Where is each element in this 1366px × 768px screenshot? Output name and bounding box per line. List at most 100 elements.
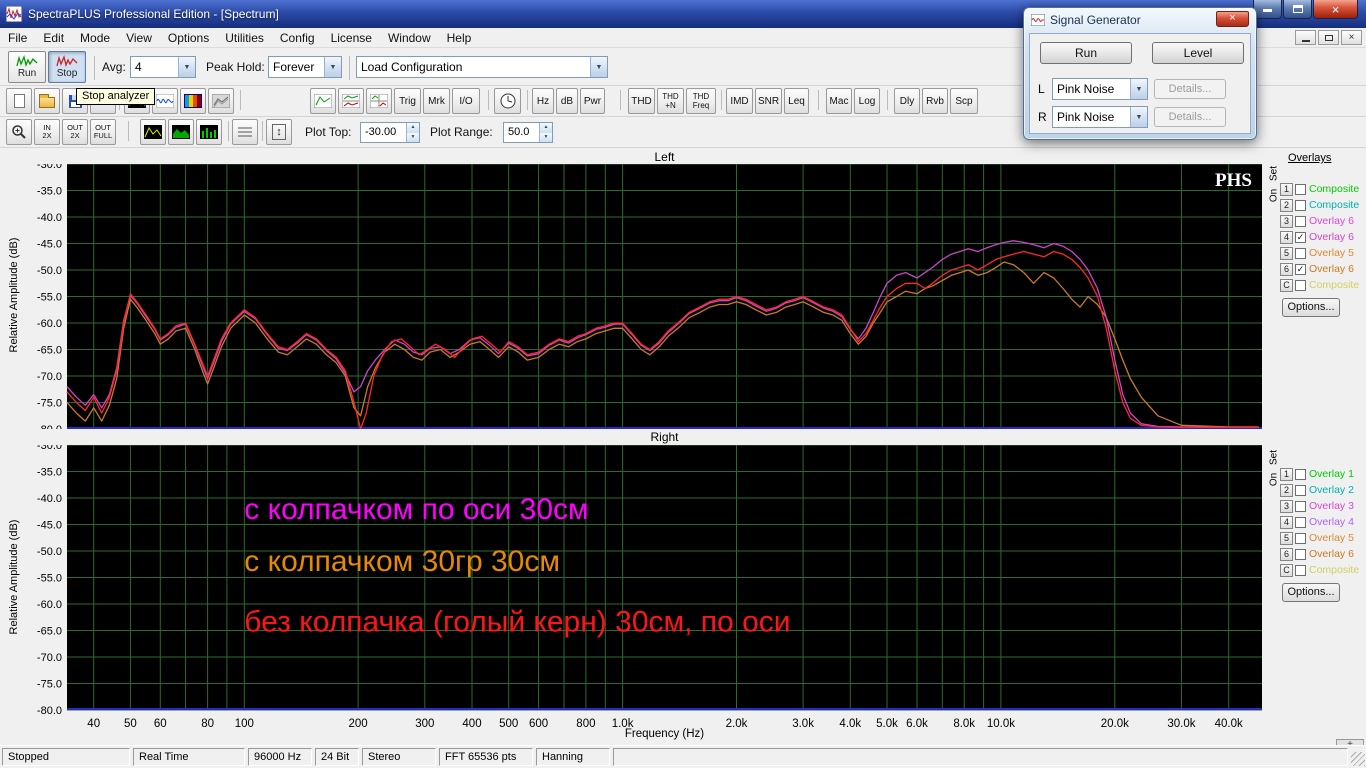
- overlay-set-button[interactable]: 4: [1280, 515, 1293, 529]
- mdi-restore-button[interactable]: [1318, 30, 1339, 45]
- generator-level-button[interactable]: Level: [1152, 42, 1244, 64]
- time-series-view-button[interactable]: [152, 88, 178, 114]
- menu-help[interactable]: Help: [439, 28, 480, 48]
- trigger-button[interactable]: Trig: [394, 88, 421, 114]
- zoom-in-button[interactable]: [6, 119, 32, 145]
- signal-generator-window[interactable]: Signal Generator × Run Level L Pink Nois…: [1023, 7, 1257, 140]
- open-file-button[interactable]: [34, 88, 60, 114]
- right-signal-combo[interactable]: Pink Noise ▼: [1052, 106, 1148, 128]
- right-details-button[interactable]: Details...: [1154, 107, 1226, 127]
- thd-button[interactable]: THD: [628, 88, 655, 114]
- resize-grip[interactable]: [1351, 752, 1365, 766]
- overlay-set-button[interactable]: 6: [1280, 262, 1293, 276]
- menu-file[interactable]: File: [0, 28, 35, 48]
- menu-options[interactable]: Options: [160, 28, 217, 48]
- spin-up-icon[interactable]: ▲: [407, 123, 419, 133]
- chevron-down-icon[interactable]: ▼: [1130, 107, 1147, 127]
- thd-freq-button[interactable]: THD Freq: [686, 88, 716, 114]
- overlay-on-checkbox[interactable]: ✓: [1295, 263, 1306, 275]
- autoscale-button[interactable]: ↕: [266, 119, 292, 145]
- plot-range-spinbox[interactable]: 50.0 ▲ ▼: [503, 122, 553, 143]
- spin-down-icon[interactable]: ▼: [540, 132, 552, 142]
- overlay-set-button[interactable]: 6: [1280, 547, 1293, 561]
- left-plot[interactable]: -30.0 -35.0 -40.0 -45.0 -50.0 -55.0 -60.0 -65.0…: [30, 164, 1262, 429]
- macro-button[interactable]: Mac: [826, 88, 852, 114]
- overlay-on-checkbox[interactable]: [1295, 532, 1306, 544]
- scope-button[interactable]: Scp: [950, 88, 978, 114]
- overlay-on-checkbox[interactable]: ✓: [1295, 231, 1306, 243]
- log-button[interactable]: Log: [854, 88, 880, 114]
- stop-button[interactable]: Stop: [48, 51, 86, 83]
- close-button[interactable]: ×: [1313, 0, 1358, 19]
- snr-button[interactable]: SNR: [755, 88, 782, 114]
- layout-single-button[interactable]: [310, 88, 336, 114]
- minimize-button[interactable]: [1253, 0, 1282, 19]
- overlay-on-checkbox[interactable]: [1295, 215, 1306, 227]
- menu-view[interactable]: View: [118, 28, 160, 48]
- menu-config[interactable]: Config: [272, 28, 323, 48]
- imd-button[interactable]: IMD: [726, 88, 753, 114]
- new-file-button[interactable]: [6, 88, 32, 114]
- layout-dual-button[interactable]: [338, 88, 364, 114]
- delay-button[interactable]: Dly: [894, 88, 920, 114]
- load-configuration-combo[interactable]: Load Configuration ▼: [356, 56, 608, 78]
- mdi-close-button[interactable]: ×: [1341, 30, 1362, 45]
- zoom-out-full-button[interactable]: OUT FULL: [90, 119, 116, 145]
- peak-hold-display-button[interactable]: [140, 119, 166, 145]
- layout-quad-button[interactable]: [366, 88, 392, 114]
- chevron-down-icon[interactable]: ▼: [1130, 79, 1147, 99]
- overlay-on-checkbox[interactable]: [1295, 468, 1306, 480]
- overlay-set-button[interactable]: 1: [1280, 467, 1293, 481]
- phase-meter-button[interactable]: [494, 88, 521, 114]
- overlay-set-button[interactable]: C: [1280, 563, 1293, 577]
- db-button[interactable]: dB: [556, 88, 578, 114]
- overlay-on-checkbox[interactable]: [1295, 247, 1306, 259]
- overlay-on-checkbox[interactable]: [1295, 516, 1306, 528]
- overlays-header[interactable]: Overlays: [1288, 152, 1365, 164]
- overlay-set-button[interactable]: 1: [1280, 182, 1293, 196]
- avg-combo[interactable]: 4 ▼: [130, 56, 196, 78]
- surface-view-button[interactable]: [208, 88, 234, 114]
- overlay-on-checkbox[interactable]: [1295, 548, 1306, 560]
- overlay-set-button[interactable]: 2: [1280, 198, 1293, 212]
- left-signal-combo[interactable]: Pink Noise ▼: [1052, 78, 1148, 100]
- zoom-in-2x-button[interactable]: IN 2X: [34, 119, 60, 145]
- overlay-set-button[interactable]: 2: [1280, 483, 1293, 497]
- overlay-set-button[interactable]: 5: [1280, 246, 1293, 260]
- overlay-set-button[interactable]: 3: [1280, 214, 1293, 228]
- generator-run-button[interactable]: Run: [1040, 42, 1132, 64]
- overlay-on-checkbox[interactable]: [1295, 279, 1306, 291]
- overlays-options-button[interactable]: Options...: [1282, 298, 1340, 317]
- pwr-button[interactable]: Pwr: [580, 88, 605, 114]
- marker-button[interactable]: Mrk: [423, 88, 450, 114]
- overlay-set-button[interactable]: 4: [1280, 230, 1293, 244]
- mdi-minimize-button[interactable]: [1295, 30, 1316, 45]
- chevron-down-icon[interactable]: ▼: [178, 57, 195, 77]
- menu-utilities[interactable]: Utilities: [217, 28, 272, 48]
- menu-edit[interactable]: Edit: [35, 28, 72, 48]
- hz-button[interactable]: Hz: [532, 88, 554, 114]
- overlay-on-checkbox[interactable]: [1295, 199, 1306, 211]
- menu-mode[interactable]: Mode: [72, 28, 118, 48]
- bar-display-button[interactable]: [196, 119, 222, 145]
- signal-generator-titlebar[interactable]: Signal Generator ×: [1024, 8, 1256, 31]
- spin-up-icon[interactable]: ▲: [540, 123, 552, 133]
- leq-button[interactable]: Leq: [784, 88, 809, 114]
- chevron-down-icon[interactable]: ▼: [324, 57, 341, 77]
- maximize-button[interactable]: [1283, 0, 1312, 19]
- close-icon[interactable]: ×: [1216, 11, 1249, 27]
- reverb-button[interactable]: Rvb: [922, 88, 948, 114]
- right-plot[interactable]: -30.0 -35.0 -40.0 -45.0 -50.0 -55.0 -60.0 -65.0…: [30, 445, 1262, 734]
- overlay-set-button[interactable]: 3: [1280, 499, 1293, 513]
- overlays-options-button[interactable]: Options...: [1282, 583, 1340, 602]
- overlay-set-button[interactable]: C: [1280, 278, 1293, 292]
- overlay-on-checkbox[interactable]: [1295, 564, 1306, 576]
- io-button[interactable]: I/O: [452, 88, 480, 114]
- zoom-out-2x-button[interactable]: OUT 2X: [62, 119, 88, 145]
- chevron-down-icon[interactable]: ▼: [590, 57, 607, 77]
- left-details-button[interactable]: Details...: [1154, 79, 1226, 99]
- overlay-on-checkbox[interactable]: [1295, 183, 1306, 195]
- run-button[interactable]: Run: [8, 51, 46, 83]
- spin-down-icon[interactable]: ▼: [407, 132, 419, 142]
- grid-lines-button[interactable]: [232, 119, 258, 145]
